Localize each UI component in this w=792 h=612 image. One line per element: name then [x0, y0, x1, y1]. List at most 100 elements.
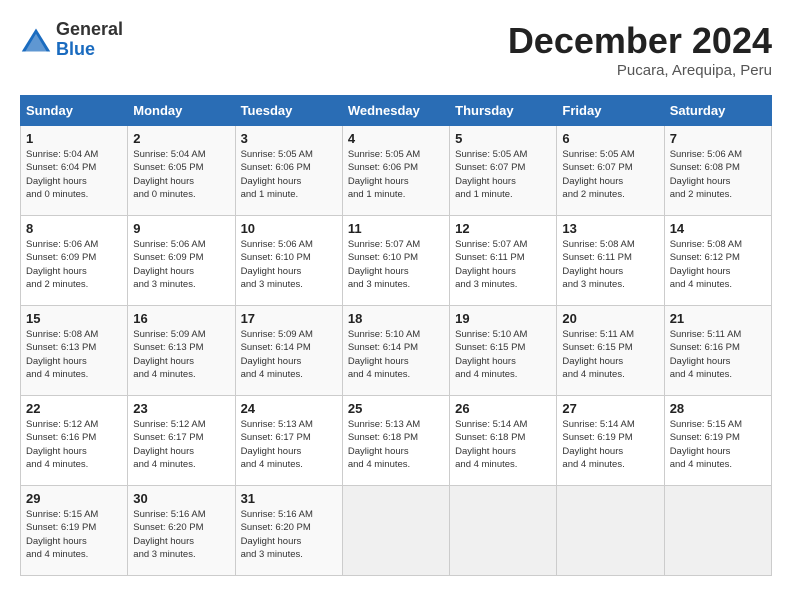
- col-monday: Monday: [128, 96, 235, 126]
- table-row: 11 Sunrise: 5:07 AM Sunset: 6:10 PM Dayl…: [342, 216, 449, 306]
- day-number: 20: [562, 311, 658, 326]
- table-row: [450, 486, 557, 576]
- day-info: Sunrise: 5:09 AM Sunset: 6:13 PM Dayligh…: [133, 328, 229, 381]
- day-number: 8: [26, 221, 122, 236]
- day-info: Sunrise: 5:09 AM Sunset: 6:14 PM Dayligh…: [241, 328, 337, 381]
- day-number: 24: [241, 401, 337, 416]
- day-number: 14: [670, 221, 766, 236]
- table-row: 29 Sunrise: 5:15 AM Sunset: 6:19 PM Dayl…: [21, 486, 128, 576]
- table-row: 19 Sunrise: 5:10 AM Sunset: 6:15 PM Dayl…: [450, 306, 557, 396]
- day-number: 23: [133, 401, 229, 416]
- day-number: 1: [26, 131, 122, 146]
- header-row: Sunday Monday Tuesday Wednesday Thursday…: [21, 96, 772, 126]
- day-info: Sunrise: 5:13 AM Sunset: 6:17 PM Dayligh…: [241, 418, 337, 471]
- table-row: 16 Sunrise: 5:09 AM Sunset: 6:13 PM Dayl…: [128, 306, 235, 396]
- table-row: 4 Sunrise: 5:05 AM Sunset: 6:06 PM Dayli…: [342, 126, 449, 216]
- day-info: Sunrise: 5:06 AM Sunset: 6:10 PM Dayligh…: [241, 238, 337, 291]
- day-number: 16: [133, 311, 229, 326]
- location: Pucara, Arequipa, Peru: [508, 62, 772, 79]
- day-number: 31: [241, 491, 337, 506]
- table-row: 25 Sunrise: 5:13 AM Sunset: 6:18 PM Dayl…: [342, 396, 449, 486]
- table-row: 18 Sunrise: 5:10 AM Sunset: 6:14 PM Dayl…: [342, 306, 449, 396]
- table-row: 1 Sunrise: 5:04 AM Sunset: 6:04 PM Dayli…: [21, 126, 128, 216]
- table-row: 22 Sunrise: 5:12 AM Sunset: 6:16 PM Dayl…: [21, 396, 128, 486]
- table-row: 23 Sunrise: 5:12 AM Sunset: 6:17 PM Dayl…: [128, 396, 235, 486]
- day-number: 19: [455, 311, 551, 326]
- day-info: Sunrise: 5:07 AM Sunset: 6:11 PM Dayligh…: [455, 238, 551, 291]
- table-row: 6 Sunrise: 5:05 AM Sunset: 6:07 PM Dayli…: [557, 126, 664, 216]
- day-info: Sunrise: 5:04 AM Sunset: 6:05 PM Dayligh…: [133, 148, 229, 201]
- logo-general-text: General: [56, 19, 123, 39]
- day-info: Sunrise: 5:12 AM Sunset: 6:17 PM Dayligh…: [133, 418, 229, 471]
- day-number: 30: [133, 491, 229, 506]
- table-row: 10 Sunrise: 5:06 AM Sunset: 6:10 PM Dayl…: [235, 216, 342, 306]
- day-number: 26: [455, 401, 551, 416]
- day-number: 15: [26, 311, 122, 326]
- table-row: [557, 486, 664, 576]
- day-number: 11: [348, 221, 444, 236]
- day-number: 25: [348, 401, 444, 416]
- col-tuesday: Tuesday: [235, 96, 342, 126]
- day-number: 12: [455, 221, 551, 236]
- logo: General Blue: [20, 20, 123, 60]
- day-info: Sunrise: 5:06 AM Sunset: 6:08 PM Dayligh…: [670, 148, 766, 201]
- page-header: General Blue December 2024 Pucara, Arequ…: [20, 20, 772, 79]
- day-info: Sunrise: 5:08 AM Sunset: 6:13 PM Dayligh…: [26, 328, 122, 381]
- day-info: Sunrise: 5:14 AM Sunset: 6:18 PM Dayligh…: [455, 418, 551, 471]
- table-row: 12 Sunrise: 5:07 AM Sunset: 6:11 PM Dayl…: [450, 216, 557, 306]
- table-row: 15 Sunrise: 5:08 AM Sunset: 6:13 PM Dayl…: [21, 306, 128, 396]
- title-block: December 2024 Pucara, Arequipa, Peru: [508, 20, 772, 79]
- day-number: 13: [562, 221, 658, 236]
- table-row: [342, 486, 449, 576]
- table-row: 21 Sunrise: 5:11 AM Sunset: 6:16 PM Dayl…: [664, 306, 771, 396]
- table-row: 9 Sunrise: 5:06 AM Sunset: 6:09 PM Dayli…: [128, 216, 235, 306]
- calendar-week-row: 29 Sunrise: 5:15 AM Sunset: 6:19 PM Dayl…: [21, 486, 772, 576]
- table-row: [664, 486, 771, 576]
- col-wednesday: Wednesday: [342, 96, 449, 126]
- day-number: 27: [562, 401, 658, 416]
- col-thursday: Thursday: [450, 96, 557, 126]
- day-info: Sunrise: 5:08 AM Sunset: 6:12 PM Dayligh…: [670, 238, 766, 291]
- day-number: 2: [133, 131, 229, 146]
- day-info: Sunrise: 5:05 AM Sunset: 6:06 PM Dayligh…: [241, 148, 337, 201]
- day-info: Sunrise: 5:10 AM Sunset: 6:15 PM Dayligh…: [455, 328, 551, 381]
- logo-icon: [20, 26, 52, 54]
- table-row: 14 Sunrise: 5:08 AM Sunset: 6:12 PM Dayl…: [664, 216, 771, 306]
- day-number: 17: [241, 311, 337, 326]
- calendar-table: Sunday Monday Tuesday Wednesday Thursday…: [20, 95, 772, 576]
- month-title: December 2024: [508, 20, 772, 62]
- table-row: 2 Sunrise: 5:04 AM Sunset: 6:05 PM Dayli…: [128, 126, 235, 216]
- day-info: Sunrise: 5:06 AM Sunset: 6:09 PM Dayligh…: [133, 238, 229, 291]
- day-info: Sunrise: 5:12 AM Sunset: 6:16 PM Dayligh…: [26, 418, 122, 471]
- table-row: 20 Sunrise: 5:11 AM Sunset: 6:15 PM Dayl…: [557, 306, 664, 396]
- day-number: 10: [241, 221, 337, 236]
- day-info: Sunrise: 5:11 AM Sunset: 6:15 PM Dayligh…: [562, 328, 658, 381]
- table-row: 17 Sunrise: 5:09 AM Sunset: 6:14 PM Dayl…: [235, 306, 342, 396]
- day-number: 9: [133, 221, 229, 236]
- day-info: Sunrise: 5:04 AM Sunset: 6:04 PM Dayligh…: [26, 148, 122, 201]
- day-info: Sunrise: 5:16 AM Sunset: 6:20 PM Dayligh…: [241, 508, 337, 561]
- table-row: 5 Sunrise: 5:05 AM Sunset: 6:07 PM Dayli…: [450, 126, 557, 216]
- col-saturday: Saturday: [664, 96, 771, 126]
- day-info: Sunrise: 5:05 AM Sunset: 6:07 PM Dayligh…: [562, 148, 658, 201]
- day-number: 4: [348, 131, 444, 146]
- calendar-week-row: 8 Sunrise: 5:06 AM Sunset: 6:09 PM Dayli…: [21, 216, 772, 306]
- day-number: 29: [26, 491, 122, 506]
- calendar-week-row: 22 Sunrise: 5:12 AM Sunset: 6:16 PM Dayl…: [21, 396, 772, 486]
- day-info: Sunrise: 5:11 AM Sunset: 6:16 PM Dayligh…: [670, 328, 766, 381]
- table-row: 27 Sunrise: 5:14 AM Sunset: 6:19 PM Dayl…: [557, 396, 664, 486]
- day-number: 28: [670, 401, 766, 416]
- calendar-week-row: 1 Sunrise: 5:04 AM Sunset: 6:04 PM Dayli…: [21, 126, 772, 216]
- table-row: 28 Sunrise: 5:15 AM Sunset: 6:19 PM Dayl…: [664, 396, 771, 486]
- day-number: 3: [241, 131, 337, 146]
- day-number: 22: [26, 401, 122, 416]
- day-info: Sunrise: 5:07 AM Sunset: 6:10 PM Dayligh…: [348, 238, 444, 291]
- day-info: Sunrise: 5:06 AM Sunset: 6:09 PM Dayligh…: [26, 238, 122, 291]
- day-info: Sunrise: 5:10 AM Sunset: 6:14 PM Dayligh…: [348, 328, 444, 381]
- day-info: Sunrise: 5:15 AM Sunset: 6:19 PM Dayligh…: [26, 508, 122, 561]
- day-info: Sunrise: 5:08 AM Sunset: 6:11 PM Dayligh…: [562, 238, 658, 291]
- table-row: 31 Sunrise: 5:16 AM Sunset: 6:20 PM Dayl…: [235, 486, 342, 576]
- table-row: 26 Sunrise: 5:14 AM Sunset: 6:18 PM Dayl…: [450, 396, 557, 486]
- table-row: 24 Sunrise: 5:13 AM Sunset: 6:17 PM Dayl…: [235, 396, 342, 486]
- table-row: 13 Sunrise: 5:08 AM Sunset: 6:11 PM Dayl…: [557, 216, 664, 306]
